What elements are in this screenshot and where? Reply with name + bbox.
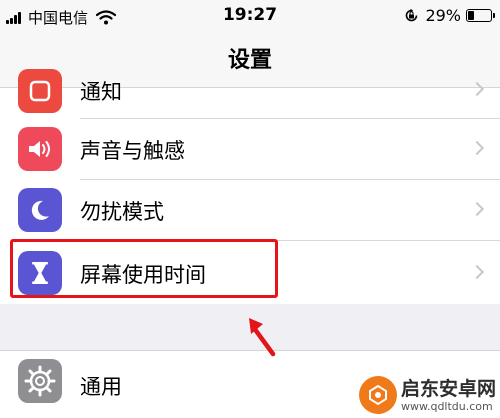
- battery-percent: 29%: [425, 6, 461, 25]
- status-bar: 中国电信 19:27 29%: [0, 0, 500, 32]
- chevron-right-icon: [469, 81, 485, 97]
- watermark-text: 启东安卓网 www.qdltdu.com: [401, 378, 496, 413]
- settings-row-do-not-disturb[interactable]: 勿扰模式: [0, 180, 500, 240]
- chevron-right-icon: [469, 264, 485, 280]
- battery-icon: [466, 9, 495, 22]
- settings-row-label: 勿扰模式: [80, 200, 164, 224]
- rotation-lock-icon: [406, 8, 418, 22]
- chevron-right-icon: [469, 201, 485, 217]
- watermark-logo-icon: [358, 376, 397, 414]
- status-right: 29%: [404, 6, 495, 25]
- gear-icon: [18, 359, 62, 403]
- speaker-icon: [18, 127, 62, 171]
- settings-row-label: 声音与触感: [80, 139, 185, 163]
- moon-icon: [18, 188, 62, 232]
- highlight-box: [10, 239, 278, 298]
- notifications-icon: [18, 69, 62, 113]
- settings-row-notifications[interactable]: 通知: [0, 64, 500, 118]
- watermark: 启东安卓网 www.qdltdu.com: [358, 376, 496, 414]
- watermark-title: 启东安卓网: [400, 377, 496, 400]
- settings-row-label: 通用: [80, 375, 122, 399]
- settings-row-sounds[interactable]: 声音与触感: [0, 119, 500, 179]
- settings-row-label: 通知: [80, 80, 122, 104]
- pointer-arrow-icon: [249, 318, 276, 357]
- watermark-url: www.qdltdu.com: [400, 399, 493, 413]
- chevron-right-icon: [469, 140, 485, 156]
